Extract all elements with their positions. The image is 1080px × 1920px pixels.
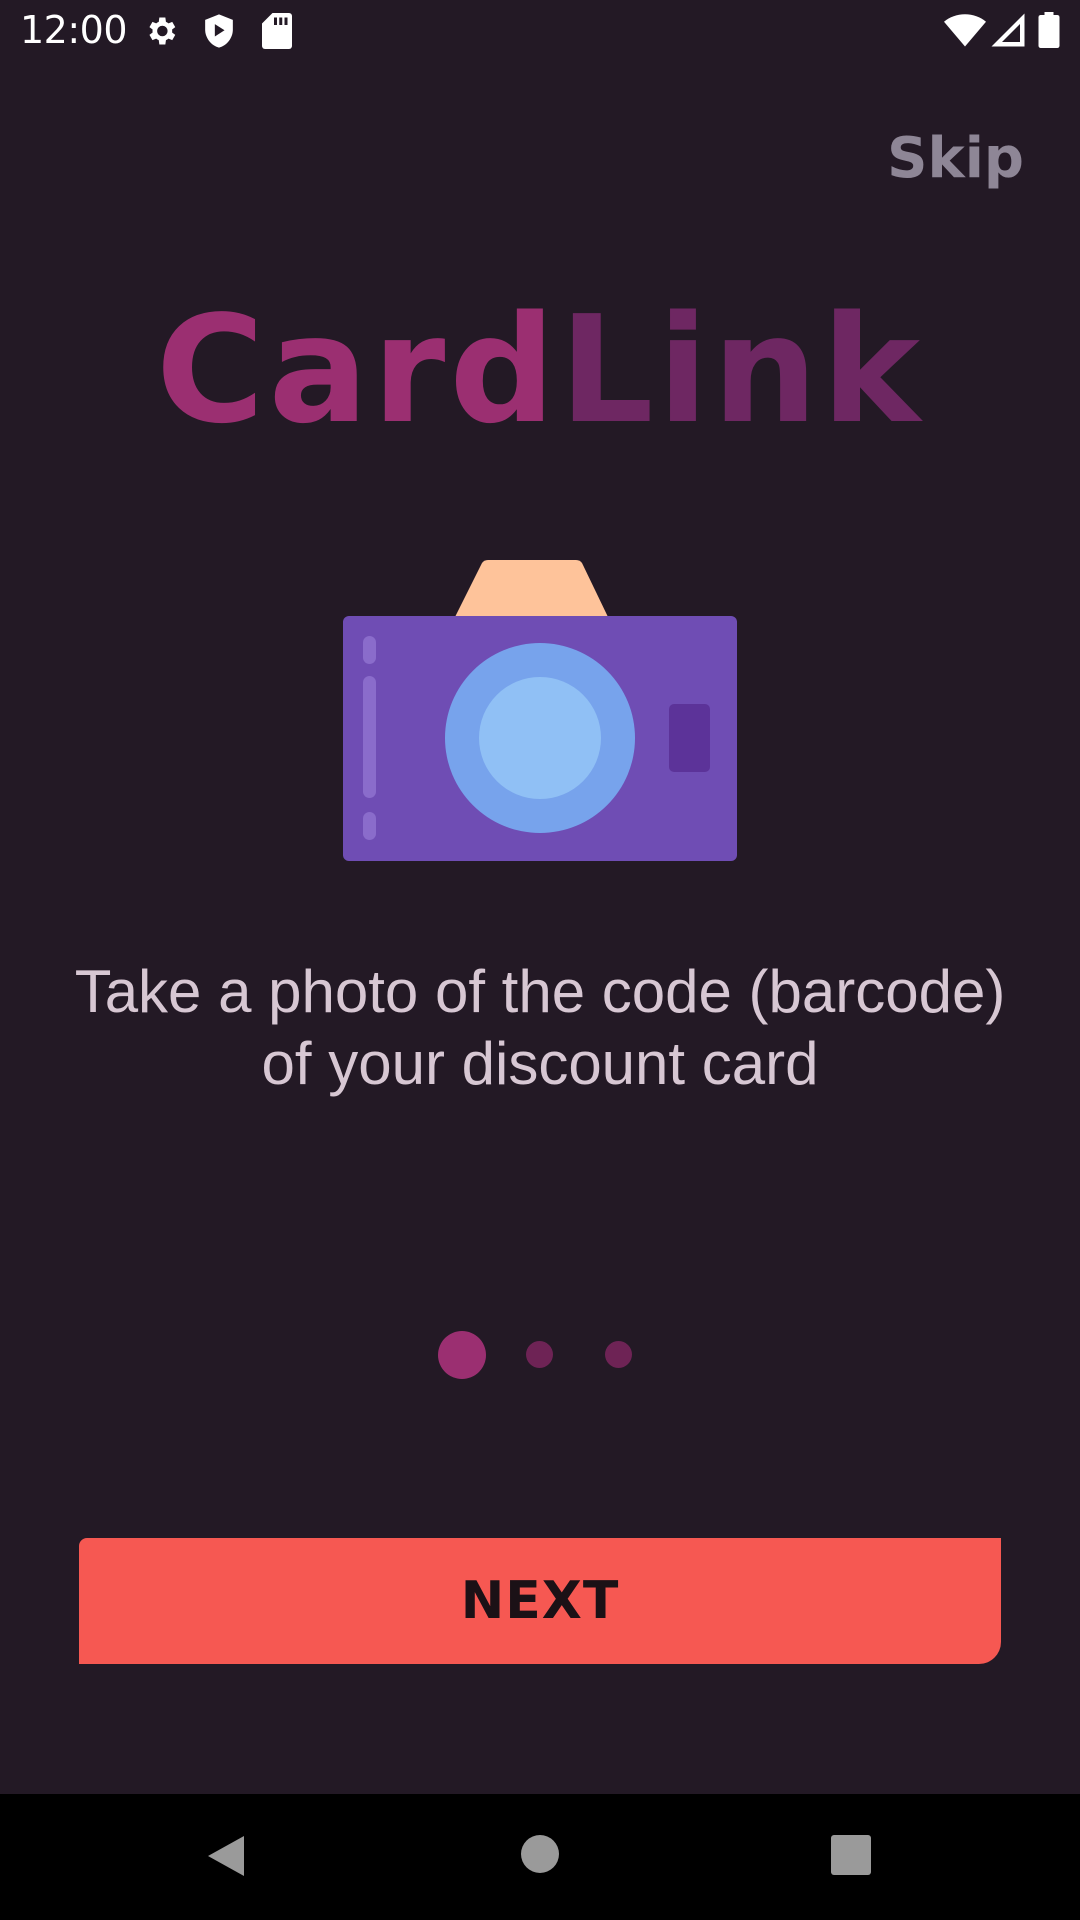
description-line-1: Take a photo of the code (barcode) xyxy=(74,958,1006,1025)
shield-play-icon xyxy=(202,13,236,53)
onboarding-screen: 12:00 Skip CardLink Take a photo of the … xyxy=(0,0,1080,1920)
page-indicator-dot-3[interactable] xyxy=(605,1341,632,1368)
wifi-icon xyxy=(944,12,986,52)
logo-part-link: Link xyxy=(559,284,925,456)
description-line-2: of your discount card xyxy=(261,1030,819,1097)
back-icon[interactable] xyxy=(204,1832,248,1884)
recents-icon[interactable] xyxy=(831,1835,871,1879)
camera-icon xyxy=(340,560,740,870)
page-indicator-dot-1[interactable] xyxy=(438,1331,486,1379)
next-button[interactable]: NEXT xyxy=(79,1538,1001,1664)
app-logo: CardLink xyxy=(0,296,1080,444)
status-time: 12:00 xyxy=(20,8,128,52)
battery-icon xyxy=(1038,12,1060,52)
status-bar: 12:00 xyxy=(0,0,1080,62)
skip-button[interactable]: Skip xyxy=(887,126,1024,191)
page-indicator-dot-2[interactable] xyxy=(526,1341,553,1368)
onboarding-description: Take a photo of the code (barcode) of yo… xyxy=(0,956,1080,1100)
next-button-label: NEXT xyxy=(460,1571,620,1631)
navigation-bar xyxy=(0,1794,1080,1920)
signal-icon xyxy=(990,12,1026,52)
sd-card-icon xyxy=(262,13,292,53)
logo-part-card: Card xyxy=(155,284,560,456)
home-icon[interactable] xyxy=(520,1834,560,1878)
gear-icon xyxy=(143,13,179,53)
